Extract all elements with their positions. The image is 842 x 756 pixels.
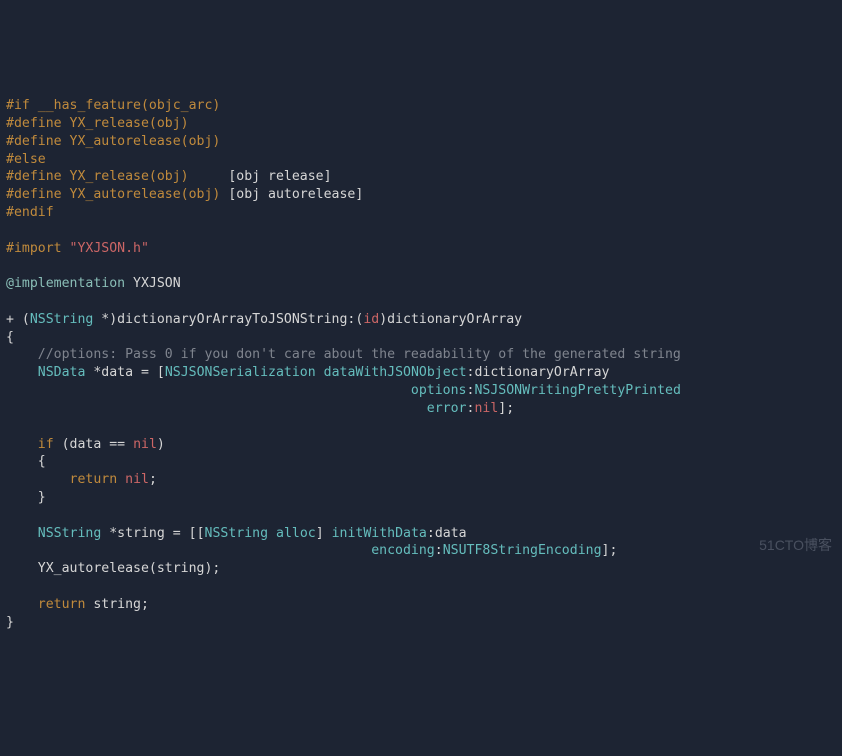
- preprocessor: #else: [6, 152, 46, 167]
- keyword: return: [70, 472, 118, 487]
- code-line: #import "YXJSON.h": [6, 241, 149, 256]
- brace: {: [6, 330, 14, 345]
- code-text: (data ==: [54, 437, 133, 452]
- code-text: ];: [602, 543, 618, 558]
- code-text: *string = [[: [101, 526, 204, 541]
- code-line: }: [6, 490, 46, 505]
- selector: options: [411, 383, 467, 398]
- code-line: #endif: [6, 205, 54, 220]
- code-line: #define YX_autorelease(obj) [obj autorel…: [6, 187, 363, 202]
- selector: initWithData: [332, 526, 427, 541]
- code-text: ];: [498, 401, 514, 416]
- brace: }: [6, 615, 14, 630]
- code-line: return string;: [6, 597, 149, 612]
- code-line: }: [6, 615, 14, 630]
- code-line: + (NSString *)dictionaryOrArrayToJSONStr…: [6, 312, 522, 327]
- class-name: YXJSON: [125, 276, 181, 291]
- watermark: 51CTO博客: [759, 536, 832, 555]
- code-text: [obj autorelease]: [228, 187, 363, 202]
- code-text: string;: [85, 597, 149, 612]
- code-line: options:NSJSONWritingPrettyPrinted: [6, 383, 681, 398]
- nil-literal: nil: [133, 437, 157, 452]
- comment: //options: Pass 0 if you don't care abou…: [38, 347, 681, 362]
- preprocessor: #define YX_autorelease(obj): [6, 134, 220, 149]
- code-line: #define YX_release(obj): [6, 116, 189, 131]
- code-line: NSData *data = [NSJSONSerialization data…: [6, 365, 609, 380]
- keyword: if: [38, 437, 54, 452]
- brace: {: [6, 454, 46, 469]
- code-line: NSString *string = [[NSString alloc] ini…: [6, 526, 467, 541]
- preprocessor: #define YX_release(obj): [6, 116, 189, 131]
- code-line: #if __has_feature(objc_arc): [6, 98, 220, 113]
- code-text: *data = [: [85, 365, 164, 380]
- string-literal: "YXJSON.h": [70, 241, 149, 256]
- code-line: if (data == nil): [6, 437, 165, 452]
- code-line: YX_autorelease(string);: [6, 561, 220, 576]
- code-text: + (: [6, 312, 30, 327]
- code-line: {: [6, 454, 46, 469]
- brace: }: [6, 490, 46, 505]
- code-line: #define YX_release(obj) [obj release]: [6, 169, 332, 184]
- nil-literal: nil: [474, 401, 498, 416]
- code-line: return nil;: [6, 472, 157, 487]
- code-line: #define YX_autorelease(obj): [6, 134, 220, 149]
- code-line: {: [6, 330, 14, 345]
- code-text: :: [435, 543, 443, 558]
- implementation-keyword: @implementation: [6, 276, 125, 291]
- code-block: #if __has_feature(objc_arc) #define YX_r…: [6, 79, 836, 631]
- code-text: [obj release]: [228, 169, 331, 184]
- code-text: ): [157, 437, 165, 452]
- code-line: encoding:NSUTF8StringEncoding];: [6, 543, 617, 558]
- code-text: :data: [427, 526, 467, 541]
- code-text: ]: [316, 526, 332, 541]
- preprocessor: #endif: [6, 205, 54, 220]
- selector: encoding: [371, 543, 435, 558]
- code-text: )dictionaryOrArray: [379, 312, 522, 327]
- code-line: #else: [6, 152, 46, 167]
- preprocessor: #import: [6, 241, 70, 256]
- code-text: *)dictionaryOrArrayToJSONString:(: [93, 312, 363, 327]
- keyword: return: [38, 597, 86, 612]
- type: NSJSONSerialization: [165, 365, 316, 380]
- selector: dataWithJSONObject: [324, 365, 467, 380]
- selector: alloc: [276, 526, 316, 541]
- preprocessor: #define YX_release(obj): [6, 169, 228, 184]
- code-text: YX_autorelease(string);: [6, 561, 220, 576]
- type: NSString: [205, 526, 269, 541]
- preprocessor: #define YX_autorelease(obj): [6, 187, 228, 202]
- code-text: ;: [149, 472, 157, 487]
- type: NSString: [38, 526, 102, 541]
- code-line: @implementation YXJSON: [6, 276, 181, 291]
- selector: error: [427, 401, 467, 416]
- type: NSString: [30, 312, 94, 327]
- nil-literal: nil: [125, 472, 149, 487]
- code-line: //options: Pass 0 if you don't care abou…: [6, 347, 681, 362]
- preprocessor: #if __has_feature(objc_arc): [6, 98, 220, 113]
- constant: NSUTF8StringEncoding: [443, 543, 602, 558]
- id-type: id: [363, 312, 379, 327]
- constant: NSJSONWritingPrettyPrinted: [474, 383, 680, 398]
- type: NSData: [38, 365, 86, 380]
- code-text: :dictionaryOrArray: [467, 365, 610, 380]
- code-line: error:nil];: [6, 401, 514, 416]
